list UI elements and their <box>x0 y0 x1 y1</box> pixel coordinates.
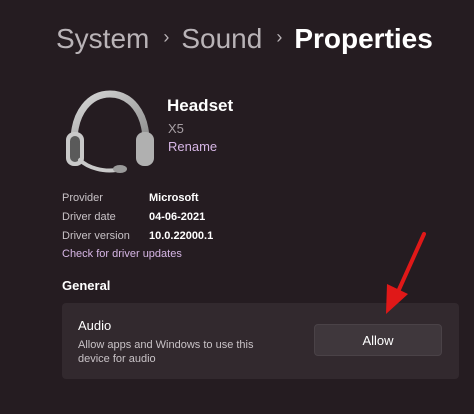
device-name: Headset <box>167 96 234 115</box>
breadcrumb-separator-icon: › <box>276 27 283 47</box>
allow-button[interactable]: Allow <box>314 324 442 356</box>
breadcrumb: System › Sound › Properties <box>56 22 433 56</box>
property-row-driver-date: Driver date 04-06-2021 <box>62 210 213 229</box>
property-row-provider: Provider Microsoft <box>62 191 213 210</box>
breadcrumb-sound[interactable]: Sound <box>181 22 262 56</box>
property-row-driver-version: Driver version 10.0.22000.1 <box>62 229 213 248</box>
property-value: 10.0.22000.1 <box>149 230 214 242</box>
audio-setting-card: Audio Allow apps and Windows to use this… <box>62 303 459 379</box>
property-label: Provider <box>62 192 103 204</box>
page-title: Properties <box>294 23 433 54</box>
property-label: Driver version <box>62 230 130 242</box>
breadcrumb-system[interactable]: System <box>56 22 149 56</box>
breadcrumb-separator-icon: › <box>163 27 170 47</box>
check-driver-updates-link[interactable]: Check for driver updates <box>62 248 182 260</box>
audio-setting-title: Audio <box>78 318 112 333</box>
rename-link[interactable]: Rename <box>168 139 217 154</box>
device-model: X5 <box>168 121 184 136</box>
driver-properties: Provider Microsoft Driver date 04-06-202… <box>62 191 213 248</box>
property-value: Microsoft <box>149 192 199 204</box>
property-value: 04-06-2021 <box>149 211 206 223</box>
headset-icon <box>62 88 158 174</box>
audio-setting-description: Allow apps and Windows to use this devic… <box>78 339 254 365</box>
property-label: Driver date <box>62 211 116 223</box>
section-title-general: General <box>62 278 111 293</box>
